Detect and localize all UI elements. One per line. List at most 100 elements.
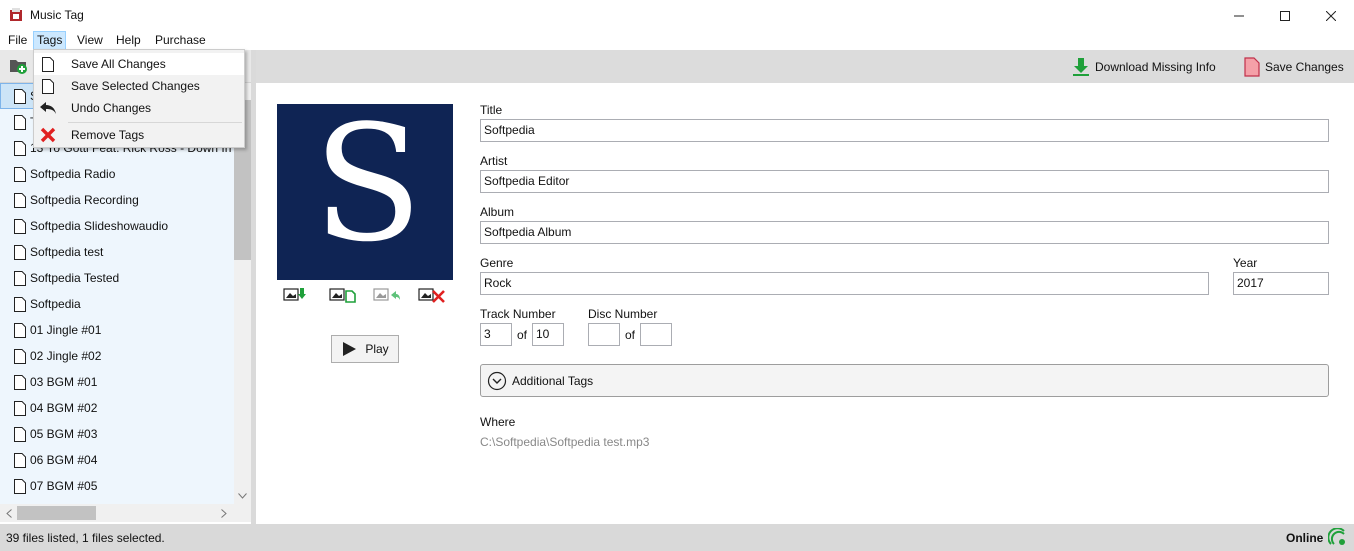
album-art[interactable]: S (277, 104, 453, 280)
menu-help[interactable]: Help (113, 31, 144, 50)
save-changes-button[interactable]: Save Changes (1244, 56, 1344, 78)
file-path: C:\Softpedia\Softpedia test.mp3 (480, 435, 650, 449)
track-number-label: Track Number (480, 307, 556, 321)
download-missing-info-button[interactable]: Download Missing Info (1072, 56, 1216, 78)
file-icon (14, 426, 26, 442)
save-selected-icon (39, 77, 57, 95)
online-signal-icon (1327, 527, 1348, 548)
list-item[interactable]: Softpedia (0, 291, 234, 317)
scroll-right-icon[interactable] (221, 509, 227, 518)
window-title: Music Tag (30, 8, 84, 22)
list-item-label: Softpedia Recording (30, 193, 139, 207)
menu-file[interactable]: File (5, 31, 30, 50)
chevron-down-circle-icon (487, 371, 507, 390)
title-bar: Music Tag (0, 0, 1354, 31)
menu-item-label: Undo Changes (71, 101, 152, 115)
scroll-down-icon[interactable] (238, 493, 247, 499)
save-all-icon (39, 55, 57, 73)
remove-icon (39, 126, 57, 144)
file-icon (14, 296, 26, 312)
menu-item-save-all-changes[interactable]: Save All Changes (34, 53, 244, 75)
download-icon (1073, 58, 1089, 76)
list-item[interactable]: Softpedia Radio (0, 161, 234, 187)
horizontal-scroll-thumb[interactable] (17, 506, 96, 520)
copy-picture-icon[interactable] (329, 286, 357, 304)
file-icon (14, 270, 26, 286)
menu-item-label: Remove Tags (71, 128, 145, 142)
undo-icon (39, 99, 57, 117)
list-item[interactable]: 05 BGM #03 (0, 421, 234, 447)
album-input[interactable]: Softpedia Album (480, 221, 1329, 244)
file-icon (14, 244, 26, 260)
scroll-left-icon[interactable] (6, 509, 12, 518)
load-picture-icon[interactable] (283, 286, 311, 304)
year-input[interactable]: 2017 (1233, 272, 1329, 295)
file-icon (14, 452, 26, 468)
menu-item-undo-changes[interactable]: Undo Changes (34, 97, 244, 119)
list-item[interactable]: Softpedia Slideshowaudio (0, 213, 234, 239)
menu-item-label: Save All Changes (71, 57, 166, 71)
status-bar: 39 files listed, 1 files selected. Onlin… (0, 524, 1354, 551)
genre-label: Genre (480, 256, 514, 270)
scroll-corner (234, 504, 251, 522)
list-item-label: 07 BGM #05 (30, 479, 98, 493)
file-icon (14, 348, 26, 364)
list-item[interactable]: 06 BGM #04 (0, 447, 234, 473)
list-item[interactable]: 04 BGM #02 (0, 395, 234, 421)
list-item-label: Softpedia Tested (30, 271, 120, 285)
add-folder-icon[interactable] (9, 57, 29, 78)
disc-number-label: Disc Number (588, 307, 658, 321)
list-item-label: 05 BGM #03 (30, 427, 98, 441)
file-icon (14, 374, 26, 390)
menu-item-label: Save Selected Changes (71, 79, 200, 93)
menu-tags[interactable]: Tags (33, 31, 67, 50)
additional-tags-label: Additional Tags (512, 373, 594, 388)
remove-picture-icon[interactable] (418, 286, 446, 304)
menu-item-remove-tags[interactable]: Remove Tags (34, 124, 244, 146)
list-item[interactable]: 07 BGM #05 (0, 473, 234, 499)
disc-number-input[interactable] (588, 323, 620, 346)
list-item[interactable]: Softpedia Recording (0, 187, 234, 213)
file-icon (14, 322, 26, 338)
list-item[interactable]: 03 BGM #01 (0, 369, 234, 395)
download-missing-info-label: Download Missing Info (1095, 60, 1216, 74)
undo-picture-icon[interactable] (373, 286, 401, 304)
play-button[interactable]: Play (331, 335, 399, 363)
menu-item-save-selected-changes[interactable]: Save Selected Changes (34, 75, 244, 97)
list-item[interactable]: Softpedia Tested (0, 265, 234, 291)
play-icon (343, 342, 357, 356)
menu-purchase[interactable]: Purchase (152, 31, 209, 50)
maximize-button[interactable] (1262, 0, 1308, 31)
list-item-label: 02 Jingle #02 (30, 349, 102, 363)
album-label: Album (480, 205, 515, 219)
track-of-label: of (517, 328, 528, 342)
file-icon (14, 192, 26, 208)
disc-total-input[interactable] (640, 323, 672, 346)
tags-dropdown-menu: Save All Changes Save Selected Changes U… (33, 49, 245, 148)
list-item[interactable]: 02 Jingle #02 (0, 343, 234, 369)
list-item-label: Softpedia test (30, 245, 104, 259)
track-total-input[interactable]: 10 (532, 323, 564, 346)
genre-input[interactable]: Rock (480, 272, 1209, 295)
additional-tags-expander[interactable]: Additional Tags (480, 364, 1329, 397)
save-changes-label: Save Changes (1265, 60, 1344, 74)
minimize-button[interactable] (1216, 0, 1262, 31)
list-item-label: Softpedia Slideshowaudio (30, 219, 169, 233)
file-icon (14, 114, 26, 130)
file-icon (14, 478, 26, 494)
list-item[interactable]: 01 Jingle #01 (0, 317, 234, 343)
disc-of-label: of (625, 328, 636, 342)
close-button[interactable] (1308, 0, 1354, 31)
artist-label: Artist (480, 154, 508, 168)
online-status: Online (1286, 531, 1324, 545)
list-item-label: Softpedia Radio (30, 167, 116, 181)
menu-bar: File Tags View Help Purchase (0, 31, 1354, 50)
play-label: Play (365, 342, 389, 356)
menu-separator (68, 122, 242, 123)
track-number-input[interactable]: 3 (480, 323, 512, 346)
menu-view[interactable]: View (74, 31, 106, 50)
title-input[interactable]: Softpedia (480, 119, 1329, 142)
status-text: 39 files listed, 1 files selected. (6, 531, 165, 545)
artist-input[interactable]: Softpedia Editor (480, 170, 1329, 193)
list-item[interactable]: Softpedia test (0, 239, 234, 265)
